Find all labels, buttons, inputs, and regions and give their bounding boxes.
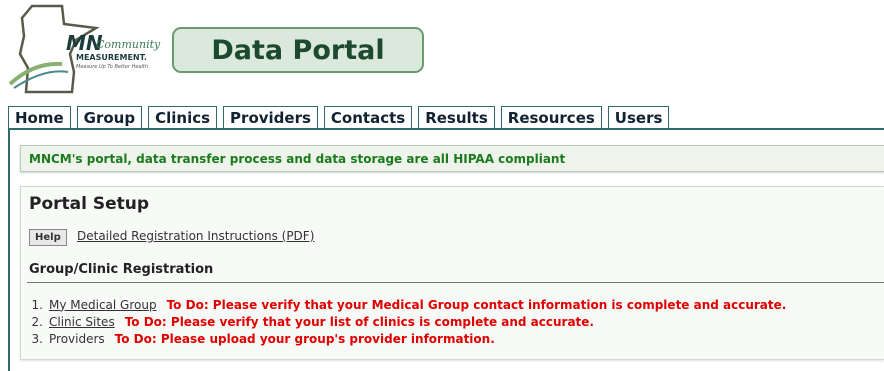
section-title: Group/Clinic Registration <box>29 262 214 277</box>
minnesota-logo-icon: MN Community MEASUREMENT. Measure Up To … <box>8 4 161 94</box>
registration-instructions-link[interactable]: Detailed Registration Instructions (PDF) <box>77 229 314 243</box>
tab-clinics[interactable]: Clinics <box>148 106 218 129</box>
logo-measurement: MEASUREMENT. <box>76 53 147 62</box>
tab-group[interactable]: Group <box>76 106 143 129</box>
tab-users[interactable]: Users <box>607 106 670 129</box>
tab-providers[interactable]: Providers <box>223 106 318 129</box>
todo-text: To Do: Please verify that your Medical G… <box>166 297 787 312</box>
portal-title: Data Portal <box>172 27 424 73</box>
logo-tagline: Measure Up To Better Health <box>76 64 148 70</box>
tab-results[interactable]: Results <box>418 106 495 129</box>
section-divider <box>27 282 884 283</box>
list-item: 2. Clinic Sites To Do: Please verify tha… <box>29 313 786 330</box>
my-medical-group-link[interactable]: My Medical Group <box>49 298 157 312</box>
item-number: 3. <box>31 331 43 346</box>
todo-text: To Do: Please verify that your list of c… <box>124 314 594 329</box>
item-number: 1. <box>31 297 43 312</box>
logo-community: Community <box>96 38 161 51</box>
tab-divider <box>8 128 884 130</box>
portal-setup-panel: Portal Setup Help Detailed Registration … <box>20 186 884 360</box>
providers-label: Providers <box>49 331 105 346</box>
item-number: 2. <box>31 314 43 329</box>
tab-home[interactable]: Home <box>8 106 71 129</box>
mncm-logo[interactable]: MN Community MEASUREMENT. Measure Up To … <box>4 2 172 94</box>
clinic-sites-link[interactable]: Clinic Sites <box>49 315 115 329</box>
main-nav-tabs: Home Group Clinics Providers Contacts Re… <box>8 106 670 129</box>
list-item: 3. Providers To Do: Please upload your g… <box>29 330 786 347</box>
panel-title: Portal Setup <box>29 194 150 214</box>
list-item: 1. My Medical Group To Do: Please verify… <box>29 296 787 313</box>
registration-steps: 1. My Medical Group To Do: Please verify… <box>29 296 787 347</box>
todo-text: To Do: Please upload your group's provid… <box>114 331 495 346</box>
tab-resources[interactable]: Resources <box>500 106 602 129</box>
help-button[interactable]: Help <box>29 229 67 246</box>
content-frame-border <box>8 129 10 371</box>
hipaa-notice: MNCM's portal, data transfer process and… <box>20 145 884 172</box>
tab-contacts[interactable]: Contacts <box>323 106 413 129</box>
